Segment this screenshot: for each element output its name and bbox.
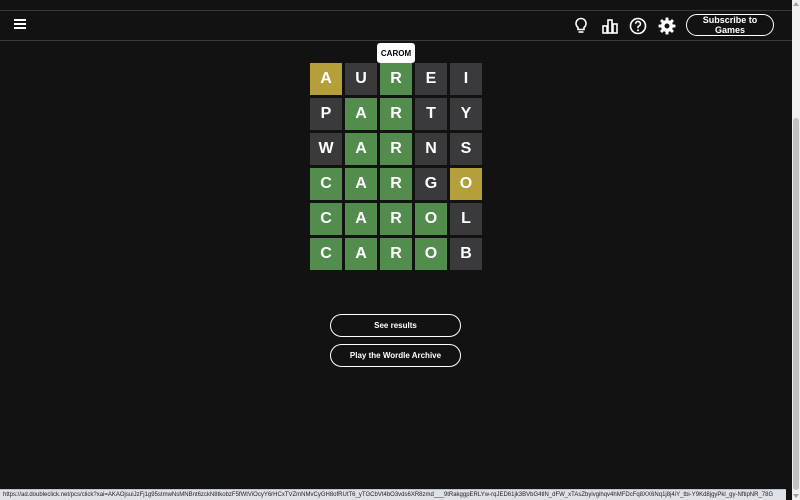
tile-correct: R (380, 133, 412, 165)
tile-absent: U (345, 63, 377, 95)
subscribe-button[interactable]: Subscribe to Games (686, 14, 774, 36)
tile-absent: W (310, 133, 342, 165)
answer-toast: CAROM (377, 43, 415, 63)
tile-correct: A (345, 133, 377, 165)
tile-absent: T (415, 98, 447, 130)
game-board: AUREIPARTYWARNSCARGOCAROLCAROB (310, 63, 482, 270)
tile-correct: R (380, 98, 412, 130)
tile-present: A (310, 63, 342, 95)
scrollbar[interactable] (792, 0, 800, 500)
tile-correct: R (380, 168, 412, 200)
tile-correct: C (310, 168, 342, 200)
tile-absent: P (310, 98, 342, 130)
see-results-button[interactable]: See results (330, 314, 461, 337)
top-strip (0, 0, 792, 11)
tile-absent: I (450, 63, 482, 95)
tile-absent: N (415, 133, 447, 165)
tile-correct: A (345, 168, 377, 200)
tile-correct: A (345, 238, 377, 270)
header: Subscribe to Games (0, 11, 792, 41)
tile-correct: A (345, 203, 377, 235)
play-archive-button[interactable]: Play the Wordle Archive (330, 344, 461, 367)
tile-correct: O (415, 203, 447, 235)
tile-absent: E (415, 63, 447, 95)
tile-correct: C (310, 238, 342, 270)
tile-absent: S (450, 133, 482, 165)
tile-absent: B (450, 238, 482, 270)
tile-correct: C (310, 203, 342, 235)
tile-absent: Y (450, 98, 482, 130)
menu-icon[interactable] (14, 19, 26, 29)
scroll-down-icon[interactable] (793, 494, 799, 498)
help-icon[interactable] (628, 16, 648, 36)
tile-present: O (450, 168, 482, 200)
status-bar-url: https://ad.doubleclick.net/pcs/click?xai… (0, 489, 786, 500)
tile-correct: R (380, 238, 412, 270)
lightbulb-icon[interactable] (571, 16, 591, 36)
gear-icon[interactable] (657, 16, 677, 36)
tile-absent: L (450, 203, 482, 235)
tile-absent: G (415, 168, 447, 200)
tile-correct: A (345, 98, 377, 130)
tile-correct: R (380, 63, 412, 95)
scroll-up-icon[interactable] (793, 2, 799, 6)
tile-correct: O (415, 238, 447, 270)
tile-correct: R (380, 203, 412, 235)
bar-chart-icon[interactable] (600, 16, 620, 36)
scroll-thumb[interactable] (793, 118, 799, 490)
